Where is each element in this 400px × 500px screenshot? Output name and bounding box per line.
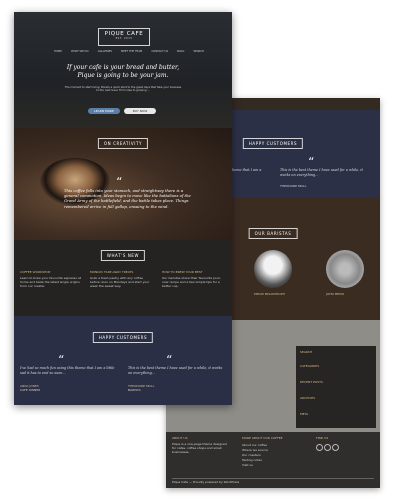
- hero-headline: If your cafe is your bread and butter, P…: [34, 64, 212, 80]
- testimonial-quote: I've had so much fun using this theme th…: [20, 366, 115, 375]
- creativity-section: ON CREATIVITY “ This coffee falls into y…: [14, 128, 232, 240]
- quote-icon: “: [116, 175, 123, 189]
- search-icon[interactable]: SEARCH: [194, 50, 205, 54]
- testimonial-quote: This is the best theme I have used for a…: [128, 366, 223, 375]
- post-title[interactable]: COFFEE WORKSHOP: [20, 270, 82, 274]
- post-title[interactable]: MONDAY TAKE-AWAY TREATS: [90, 270, 152, 274]
- testimonials-section: HAPPY CUSTOMERS “ “ I've had so much fun…: [14, 316, 232, 405]
- post-excerpt: Learn to brew your favourite espresso at…: [20, 276, 82, 288]
- sidebar-item[interactable]: ARCHIVES: [300, 396, 315, 400]
- sidebar-item[interactable]: SEARCH: [300, 350, 312, 354]
- twitter-icon[interactable]: [324, 444, 331, 451]
- site-logo[interactable]: PIQUE CAFE EST. 2015: [98, 28, 150, 46]
- whats-new-section: WHAT'S NEW COFFEE WORKSHOP Learn to brew…: [14, 240, 232, 316]
- footer-copyright: Pique Cafe — Proudly powered by WordPres…: [172, 480, 240, 484]
- quote-icon: “: [166, 353, 173, 367]
- footer-link[interactable]: Tasting notes: [242, 458, 262, 462]
- hero-section: PIQUE CAFE EST. 2015 HOME WHAT WE DO GAL…: [14, 12, 232, 128]
- testimonial-role: BARISTA: [128, 388, 141, 392]
- barista-name: MEOW MISANTROPH: [254, 292, 285, 296]
- baristas-label: OUR BARISTAS: [248, 228, 298, 239]
- footer-links-title: MORE ABOUT OUR COFFEE: [242, 436, 283, 440]
- learn-more-button[interactable]: LEARN MORE: [88, 108, 120, 114]
- front-page-preview: PIQUE CAFE EST. 2015 HOME WHAT WE DO GAL…: [14, 12, 232, 405]
- hero-headline-line: If your cafe is your bread and butter,: [66, 64, 180, 71]
- barista-avatar: [254, 250, 292, 288]
- footer-about-title: ABOUT US: [172, 436, 188, 440]
- buy-now-button[interactable]: BUY NOW: [124, 108, 156, 114]
- testimonials-label: HAPPY CUSTOMERS: [92, 332, 154, 343]
- hero-headline-line: Pique is going to be your jam.: [77, 72, 169, 79]
- testimonial-name: THEODORE MOLL: [280, 184, 307, 188]
- nav-item[interactable]: WHAT WE DO: [71, 50, 89, 54]
- footer-link[interactable]: Visit us: [242, 463, 253, 467]
- barista-bio: [242, 299, 302, 303]
- back-testimonials-label: HAPPY CUSTOMERS: [242, 138, 304, 149]
- instagram-icon[interactable]: [332, 444, 339, 451]
- footer-link[interactable]: Our roasters: [242, 453, 261, 457]
- nav-item[interactable]: GALLERIES: [98, 50, 112, 54]
- post-excerpt: Our baristas share their favourite pour-…: [162, 276, 221, 288]
- post-excerpt: Grab a fresh pastry with any coffee befo…: [90, 276, 150, 288]
- hero-body: The moment to start living. Boosts a qui…: [64, 86, 182, 93]
- barista-name: JOHN MEMO: [326, 292, 345, 296]
- quote-icon: “: [308, 155, 315, 169]
- creativity-label: ON CREATIVITY: [97, 138, 149, 149]
- nav-item[interactable]: BLOG: [177, 50, 184, 54]
- footer-social-title: FIND US: [316, 436, 329, 440]
- back-footer: ABOUT US Pique is a one-page theme desig…: [166, 432, 380, 488]
- footer-link[interactable]: About our coffee: [242, 443, 267, 447]
- testimonial-role: CAFE OWNER: [20, 388, 41, 392]
- post-title[interactable]: HOW TO BREW YOUR BEST: [162, 270, 226, 274]
- nav-item[interactable]: MEET THE TEAM: [121, 50, 142, 54]
- barista-avatar: [326, 250, 364, 288]
- main-nav: HOME WHAT WE DO GALLERIES MEET THE TEAM …: [54, 50, 204, 54]
- footer-divider: [172, 478, 374, 479]
- whats-new-label: WHAT'S NEW: [100, 250, 146, 261]
- quote-icon: “: [58, 353, 65, 367]
- nav-item[interactable]: CONTACT US: [151, 50, 168, 54]
- testimonial-quote: This is the best theme I have used for a…: [280, 168, 363, 177]
- sidebar-item[interactable]: META: [300, 412, 308, 416]
- sidebar-item[interactable]: RECENT POSTS: [300, 380, 323, 384]
- sidebar-item[interactable]: CATEGORIES: [300, 364, 319, 368]
- sidebar-widget: SEARCH CATEGORIES RECENT POSTS ARCHIVES …: [296, 346, 376, 428]
- footer-link[interactable]: Where we source: [242, 448, 268, 452]
- logo-tagline: EST. 2015: [115, 37, 133, 40]
- footer-about-body: Pique is a one-page theme designed for c…: [172, 442, 227, 454]
- facebook-icon[interactable]: [316, 444, 323, 451]
- creativity-quote: This coffee falls into your stomach, and…: [64, 188, 191, 209]
- nav-item[interactable]: HOME: [54, 50, 62, 54]
